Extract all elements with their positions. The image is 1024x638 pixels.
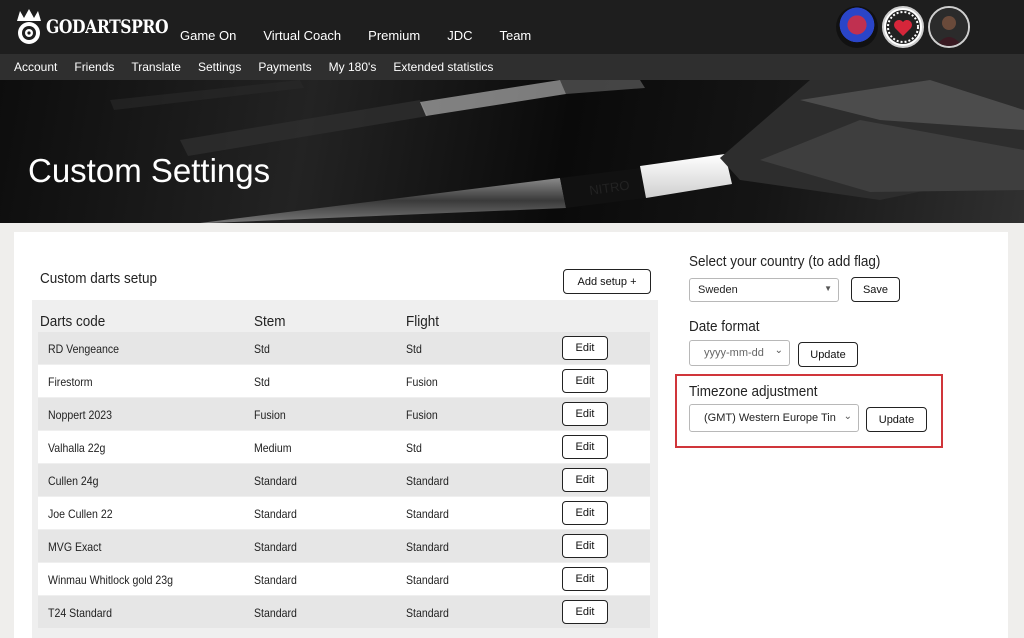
darts-code-cell: RD Vengeance — [48, 342, 120, 356]
nav-virtual-coach[interactable]: Virtual Coach — [263, 28, 341, 43]
table-row: Noppert 2023 Fusion Fusion Edit — [38, 398, 650, 430]
subnav-friends[interactable]: Friends — [74, 60, 114, 74]
column-header-stem: Stem — [254, 313, 286, 330]
darts-code-cell: Joe Cullen 22 — [48, 507, 113, 521]
table-row: T24 Standard Standard Standard Edit — [38, 596, 650, 628]
site-logo[interactable]: GODARTSPRO — [14, 6, 195, 48]
nav-jdc[interactable]: JDC — [447, 28, 472, 43]
table-row: Cullen 24g Standard Standard Edit — [38, 464, 650, 496]
table-row: RD Vengeance Std Std Edit — [38, 332, 650, 364]
chevron-down-icon: ⌄ — [840, 411, 852, 422]
country-select[interactable]: Sweden ▼ — [689, 278, 839, 302]
edit-button[interactable]: Edit — [562, 600, 608, 624]
flight-cell: Fusion — [406, 408, 438, 422]
subnav-my-180s[interactable]: My 180's — [329, 60, 377, 74]
brand-name: GODARTSPRO — [46, 16, 169, 38]
timezone-value: (GMT) Western Europe Tin — [704, 412, 836, 424]
top-bar: GODARTSPRO Game On Virtual Coach Premium… — [0, 0, 1024, 54]
table-row: Firestorm Std Fusion Edit — [38, 365, 650, 397]
subnav-translate[interactable]: Translate — [131, 60, 181, 74]
stem-cell: Standard — [254, 507, 297, 521]
darts-code-cell: Cullen 24g — [48, 474, 99, 488]
save-country-button[interactable]: Save — [851, 277, 900, 302]
caret-down-icon: ▼ — [824, 284, 832, 293]
stem-cell: Std — [254, 375, 270, 389]
add-setup-button[interactable]: Add setup + — [563, 269, 651, 294]
nav-team[interactable]: Team — [499, 28, 531, 43]
table-row: Winmau Whitlock gold 23g Standard Standa… — [38, 563, 650, 595]
date-format-title: Date format — [689, 318, 760, 335]
edit-button[interactable]: Edit — [562, 468, 608, 492]
stem-cell: Standard — [254, 606, 297, 620]
timezone-title: Timezone adjustment — [689, 383, 818, 400]
column-header-darts-code: Darts code — [40, 313, 106, 330]
page-title: Custom Settings — [28, 152, 271, 189]
subnav-settings[interactable]: Settings — [198, 60, 241, 74]
darts-code-cell: T24 Standard — [48, 606, 112, 620]
dartboard-heart-avatar-icon[interactable] — [882, 6, 924, 48]
date-format-value: yyyy-mm-dd — [704, 347, 764, 359]
table-row: Joe Cullen 22 Standard Standard Edit — [38, 497, 650, 529]
column-header-flight: Flight — [406, 313, 440, 330]
darts-code-cell: Winmau Whitlock gold 23g — [48, 573, 174, 587]
update-timezone-button[interactable]: Update — [866, 407, 927, 432]
subnav-payments[interactable]: Payments — [258, 60, 311, 74]
edit-button[interactable]: Edit — [562, 369, 608, 393]
flight-cell: Std — [406, 441, 422, 455]
flight-cell: Standard — [406, 573, 449, 587]
stem-cell: Standard — [254, 573, 297, 587]
update-date-format-button[interactable]: Update — [798, 342, 858, 367]
chevron-down-icon: ⌄ — [774, 345, 783, 356]
darts-setup-table: Darts code Stem Flight RD Vengeance Std … — [32, 300, 658, 638]
hero-banner: NITRO Custom Settings — [0, 80, 1024, 223]
darts-code-cell: Firestorm — [48, 375, 93, 389]
stem-cell: Standard — [254, 474, 297, 488]
flight-cell: Standard — [406, 507, 449, 521]
date-format-select[interactable]: yyyy-mm-dd ⌄ — [689, 340, 790, 366]
crown-target-icon — [14, 7, 44, 47]
flight-cell: Fusion — [406, 375, 438, 389]
edit-button[interactable]: Edit — [562, 501, 608, 525]
stem-cell: Standard — [254, 540, 297, 554]
subnav-account[interactable]: Account — [14, 60, 57, 74]
user-avatars — [832, 6, 970, 48]
edit-button[interactable]: Edit — [562, 567, 608, 591]
nav-game-on[interactable]: Game On — [180, 28, 236, 43]
subnav-extended-statistics[interactable]: Extended statistics — [393, 60, 493, 74]
table-row: MVG Exact Standard Standard Edit — [38, 530, 650, 562]
edit-button[interactable]: Edit — [562, 534, 608, 558]
flight-cell: Std — [406, 342, 422, 356]
country-title: Select your country (to add flag) — [689, 253, 881, 270]
edit-button[interactable]: Edit — [562, 336, 608, 360]
darts-code-cell: Noppert 2023 — [48, 408, 113, 422]
flight-cell: Standard — [406, 474, 449, 488]
stem-cell: Std — [254, 342, 270, 356]
flight-cell: Standard — [406, 606, 449, 620]
edit-button[interactable]: Edit — [562, 402, 608, 426]
sub-nav: Account Friends Translate Settings Payme… — [0, 54, 1024, 80]
edit-button[interactable]: Edit — [562, 435, 608, 459]
stem-cell: Fusion — [254, 408, 286, 422]
flight-cell: Standard — [406, 540, 449, 554]
timezone-select[interactable]: (GMT) Western Europe Tin ⌄ — [689, 404, 859, 432]
nav-premium[interactable]: Premium — [368, 28, 420, 43]
main-nav: Game On Virtual Coach Premium JDC Team — [180, 28, 558, 43]
darts-setup-title: Custom darts setup — [40, 270, 158, 287]
table-row: Valhalla 22g Medium Std Edit — [38, 431, 650, 463]
darts-code-cell: Valhalla 22g — [48, 441, 106, 455]
stem-cell: Medium — [254, 441, 292, 455]
skull-avatar-icon[interactable] — [836, 6, 878, 48]
player-avatar[interactable] — [928, 6, 970, 48]
country-select-value: Sweden — [698, 284, 738, 296]
darts-code-cell: MVG Exact — [48, 540, 102, 554]
